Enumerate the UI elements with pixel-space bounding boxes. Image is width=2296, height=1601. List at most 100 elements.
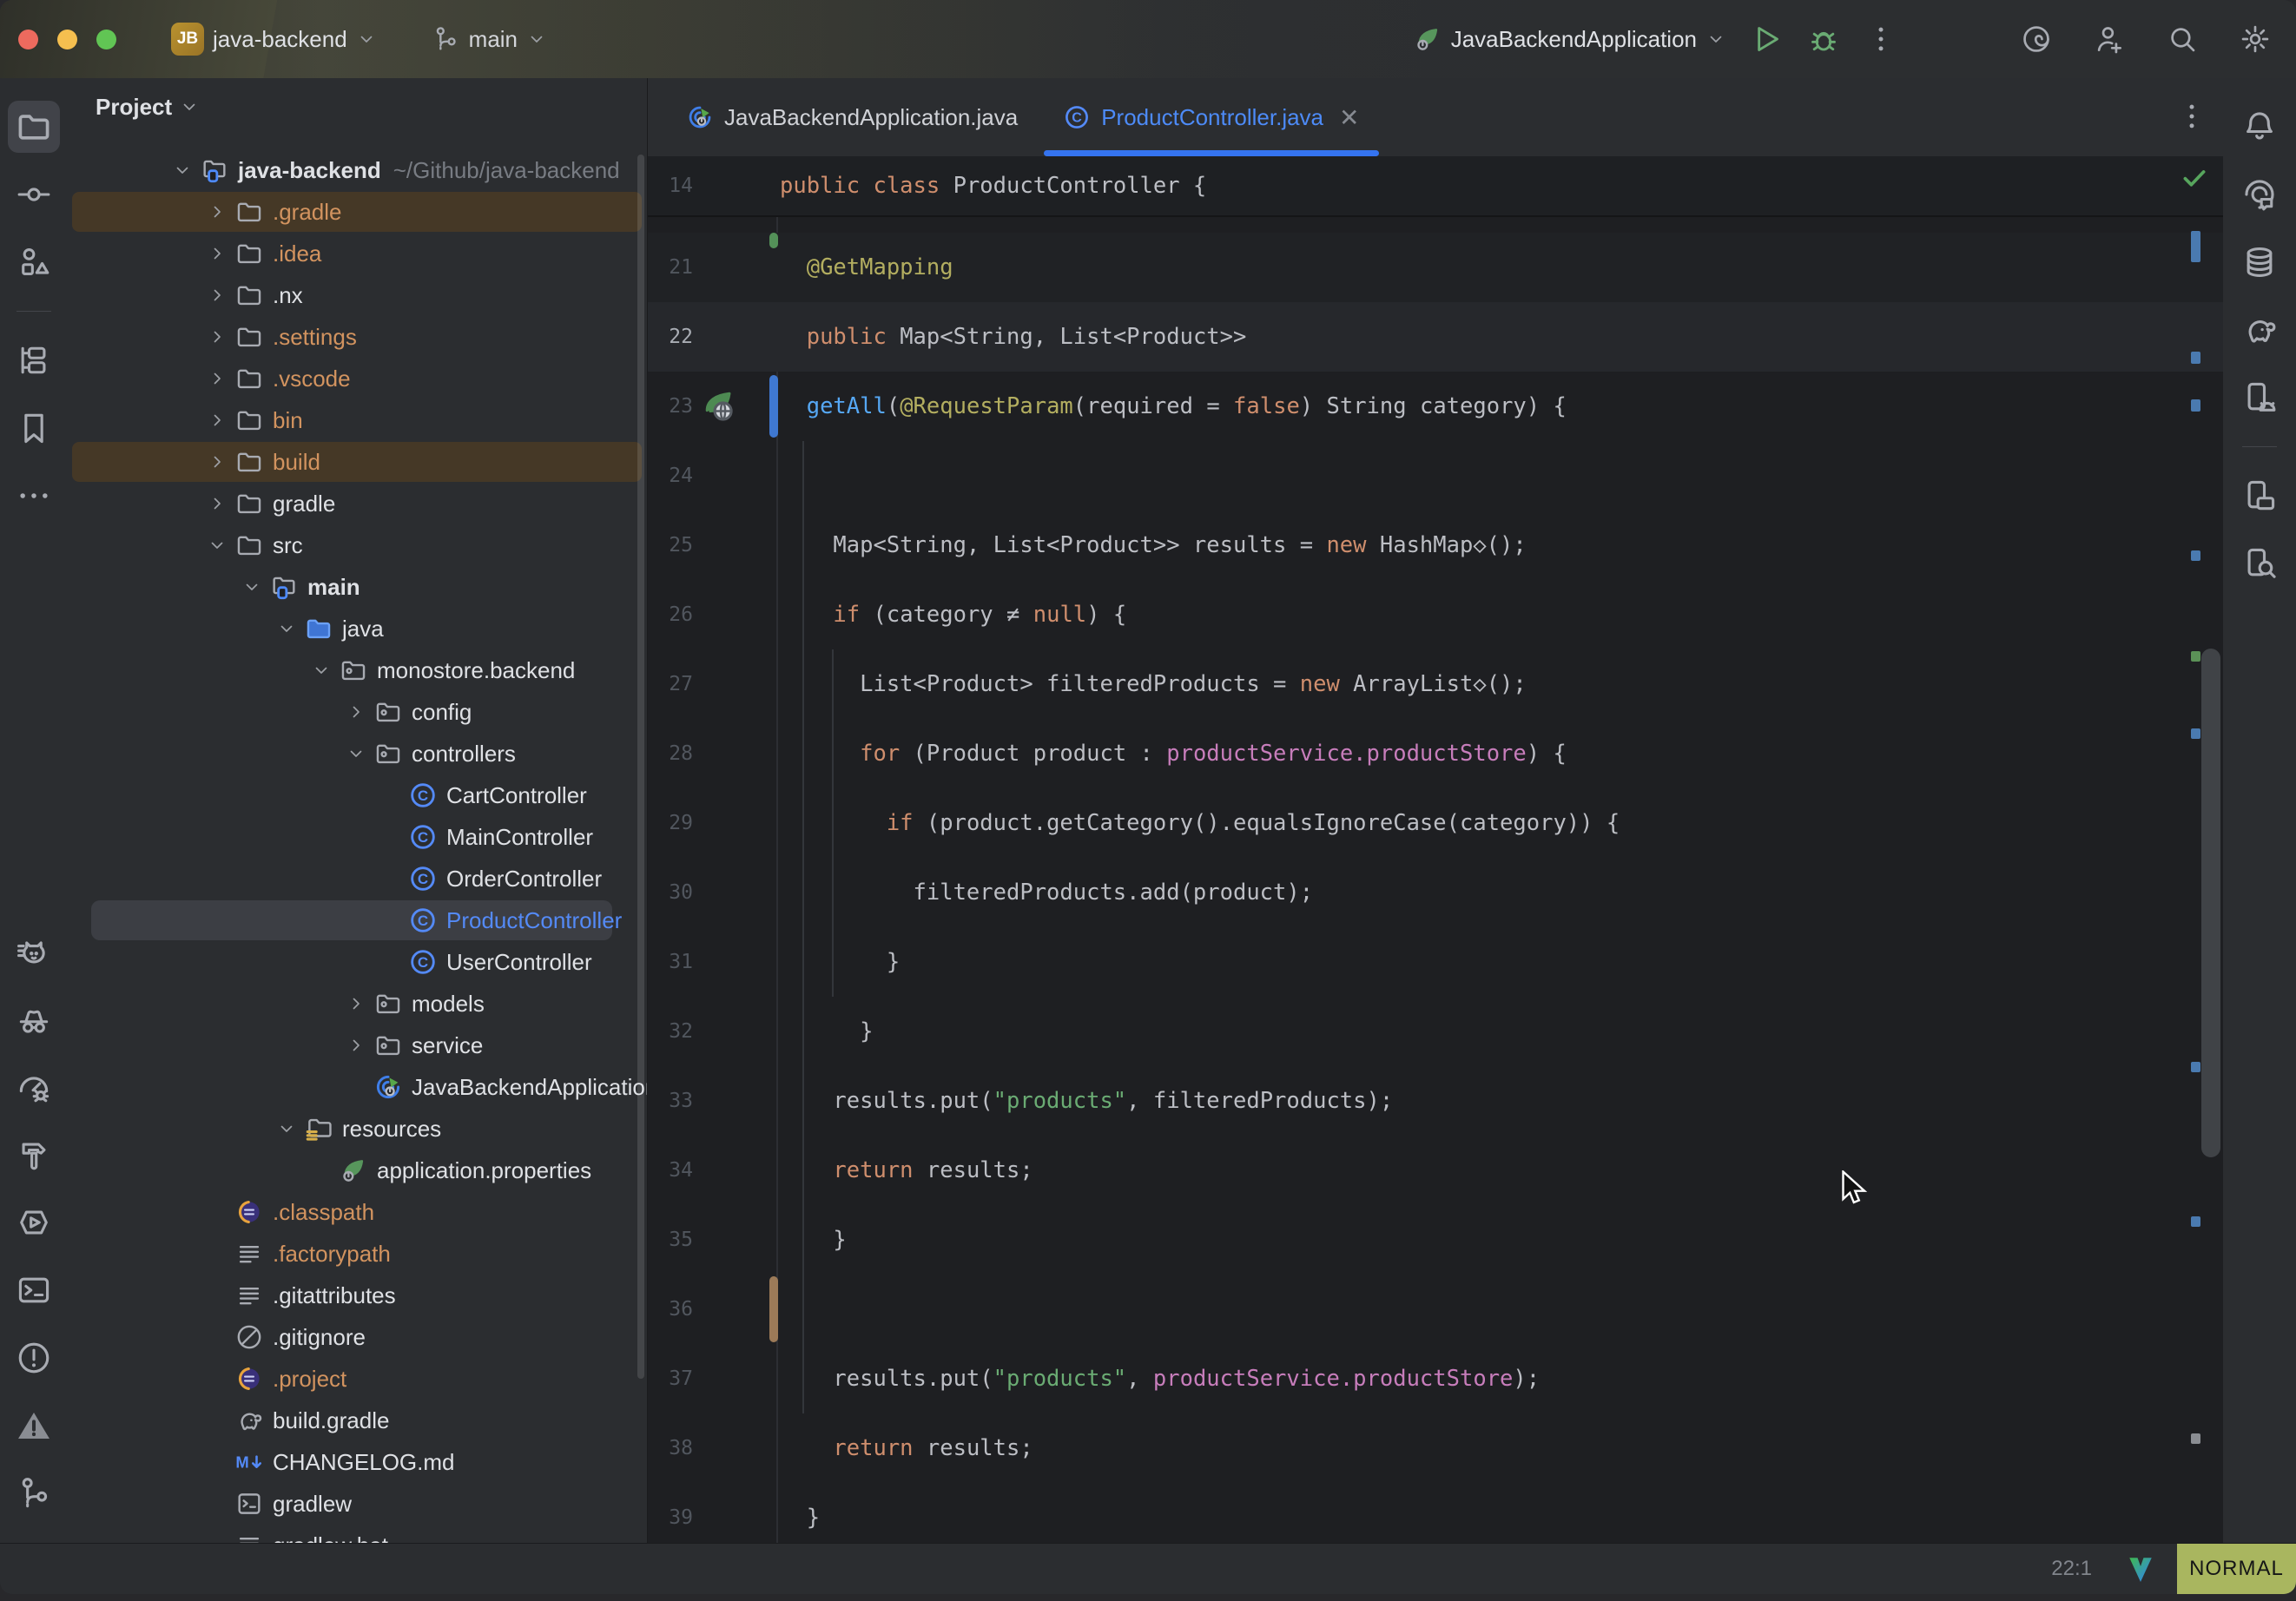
caret-position[interactable]: 22:1 <box>2051 1557 2092 1581</box>
tree-item-ordercontroller[interactable]: COrderController <box>68 858 647 899</box>
error-stripe-mark[interactable] <box>2191 550 2200 561</box>
chevron-right-icon[interactable] <box>200 194 234 229</box>
chevron-down-icon[interactable] <box>339 736 373 771</box>
chevron-right-icon[interactable] <box>339 695 373 729</box>
chevron-right-icon[interactable] <box>200 278 234 313</box>
tree-item-application-properties[interactable]: application.properties <box>68 1150 647 1191</box>
tree-item-java-backend[interactable]: java-backend~/Github/java-backend <box>68 149 647 191</box>
close-tab-icon[interactable]: ✕ <box>1339 103 1359 132</box>
chevron-down-icon[interactable] <box>165 153 200 188</box>
code-line-38[interactable]: 38 return results; <box>648 1413 2223 1483</box>
warnings-tool-button[interactable] <box>15 1407 53 1445</box>
plugin-cat-tool-button[interactable] <box>15 932 53 971</box>
services-tool-button[interactable] <box>15 1203 53 1242</box>
tree-item-javabackendapplication[interactable]: JavaBackendApplication <box>68 1066 647 1108</box>
tree-item--gitignore[interactable]: .gitignore <box>68 1316 647 1358</box>
more-actions-icon[interactable] <box>1864 22 1898 56</box>
code-line-31[interactable]: 31 } <box>648 927 2223 997</box>
database-tool-button[interactable] <box>2240 243 2279 281</box>
run-configuration-selector[interactable]: JavaBackendApplication <box>1413 24 1726 54</box>
code-line-24[interactable]: 24 <box>648 441 2223 511</box>
tree-item-gradlew[interactable]: gradlew <box>68 1483 647 1525</box>
tree-item--classpath[interactable]: .classpath <box>68 1191 647 1233</box>
tree-item-productcontroller[interactable]: CProductController <box>68 899 647 941</box>
error-stripe-mark[interactable] <box>2191 1062 2200 1072</box>
tree-item--project[interactable]: .project <box>68 1358 647 1400</box>
tree-item-gradlew-bat[interactable]: gradlew.bat <box>68 1525 647 1544</box>
terminal-tool-button[interactable] <box>15 1271 53 1309</box>
project-tool-button[interactable] <box>15 108 53 146</box>
tree-item--vscode[interactable]: .vscode <box>68 358 647 399</box>
tree-item-java[interactable]: java <box>68 608 647 649</box>
dependencies-tool-button[interactable] <box>15 341 53 379</box>
settings-gear-icon[interactable] <box>2239 23 2272 56</box>
code-line-23[interactable]: 23 getAll(@RequestParam(required = false… <box>648 372 2223 441</box>
tree-item--factorypath[interactable]: .factorypath <box>68 1233 647 1275</box>
sticky-line[interactable]: 14 public class ProductController { <box>648 156 2223 217</box>
gradle-tool-button[interactable] <box>2240 311 2279 349</box>
tree-item-gradle[interactable]: gradle <box>68 483 647 524</box>
device-manager-tool-button[interactable] <box>2240 379 2279 417</box>
chevron-right-icon[interactable] <box>200 403 234 438</box>
code-line-26[interactable]: 26 if (category ≠ null) { <box>648 580 2223 649</box>
code-line-34[interactable]: 34 return results; <box>648 1136 2223 1205</box>
tree-item-build[interactable]: build <box>68 441 647 483</box>
code-line-22[interactable]: 22 public Map<String, List<Product>> <box>648 302 2223 372</box>
plugin-incognito-tool-button[interactable] <box>15 1000 53 1038</box>
more-tool-windows-tool-button[interactable] <box>15 477 53 515</box>
project-panel-header[interactable]: Project <box>68 78 647 135</box>
search-icon[interactable] <box>2166 23 2199 56</box>
code-editor[interactable]: 14 public class ProductController { 21 @… <box>648 156 2223 1544</box>
chevron-down-icon[interactable] <box>269 611 304 646</box>
problems-tool-button[interactable] <box>15 1339 53 1377</box>
ideavim-icon[interactable] <box>2125 1553 2156 1585</box>
profiler-tool-button[interactable] <box>15 1068 53 1106</box>
minimize-window-button[interactable] <box>57 30 77 49</box>
code-line-27[interactable]: 27 List<Product> filteredProducts = new … <box>648 649 2223 719</box>
tree-item-main[interactable]: main <box>68 566 647 608</box>
tree-item-resources[interactable]: resources <box>68 1108 647 1150</box>
tree-item-maincontroller[interactable]: CMainController <box>68 816 647 858</box>
code-line-21[interactable]: 21 @GetMapping <box>648 233 2223 302</box>
project-tree-scrollbar[interactable] <box>637 155 644 1379</box>
editor-scrollbar[interactable] <box>2201 649 2220 1157</box>
tree-item-cartcontroller[interactable]: CCartController <box>68 774 647 816</box>
run-button[interactable] <box>1749 22 1784 56</box>
tab-productcontroller-java[interactable]: CProductController.java✕ <box>1040 78 1382 156</box>
build-tool-button[interactable] <box>15 1136 53 1174</box>
tree-item-usercontroller[interactable]: CUserController <box>68 941 647 983</box>
code-line-35[interactable]: 35 } <box>648 1205 2223 1275</box>
ai-assistant-chat-tool-button[interactable] <box>2240 175 2279 214</box>
code-with-me-icon[interactable] <box>2093 23 2126 56</box>
vim-mode-badge[interactable]: NORMAL <box>2177 1544 2296 1594</box>
chevron-right-icon[interactable] <box>339 986 373 1021</box>
tree-item-changelog-md[interactable]: MCHANGELOG.md <box>68 1441 647 1483</box>
tree-item--gitattributes[interactable]: .gitattributes <box>68 1275 647 1316</box>
code-line-32[interactable]: 32 } <box>648 997 2223 1066</box>
code-line-33[interactable]: 33 results.put("products", filteredProdu… <box>648 1066 2223 1136</box>
code-line-30[interactable]: 30 filteredProducts.add(product); <box>648 858 2223 927</box>
structure-tool-button[interactable] <box>15 243 53 281</box>
spring-endpoint-icon[interactable] <box>700 387 738 425</box>
chevron-right-icon[interactable] <box>200 361 234 396</box>
tree-item--settings[interactable]: .settings <box>68 316 647 358</box>
maximize-window-button[interactable] <box>96 30 116 49</box>
chevron-right-icon[interactable] <box>200 486 234 521</box>
close-window-button[interactable] <box>18 30 38 49</box>
tree-item-bin[interactable]: bin <box>68 399 647 441</box>
error-stripe-mark[interactable] <box>2191 728 2200 739</box>
commit-tool-button[interactable] <box>15 175 53 214</box>
ai-assistant-icon[interactable] <box>2020 23 2053 56</box>
error-stripe-mark[interactable] <box>2191 1433 2200 1444</box>
editor-options-icon[interactable] <box>2174 99 2209 134</box>
chevron-right-icon[interactable] <box>200 445 234 479</box>
error-stripe-mark[interactable] <box>2191 651 2200 662</box>
project-widget[interactable]: JB java-backend <box>171 23 377 56</box>
error-stripe-mark[interactable] <box>2191 399 2200 412</box>
tree-item-config[interactable]: config <box>68 691 647 733</box>
tree-item--nx[interactable]: .nx <box>68 274 647 316</box>
tree-item-controllers[interactable]: controllers <box>68 733 647 774</box>
code-line-37[interactable]: 37 results.put("products", productServic… <box>648 1344 2223 1413</box>
device-explorer-tool-button[interactable] <box>2240 544 2279 583</box>
chevron-down-icon[interactable] <box>269 1111 304 1146</box>
